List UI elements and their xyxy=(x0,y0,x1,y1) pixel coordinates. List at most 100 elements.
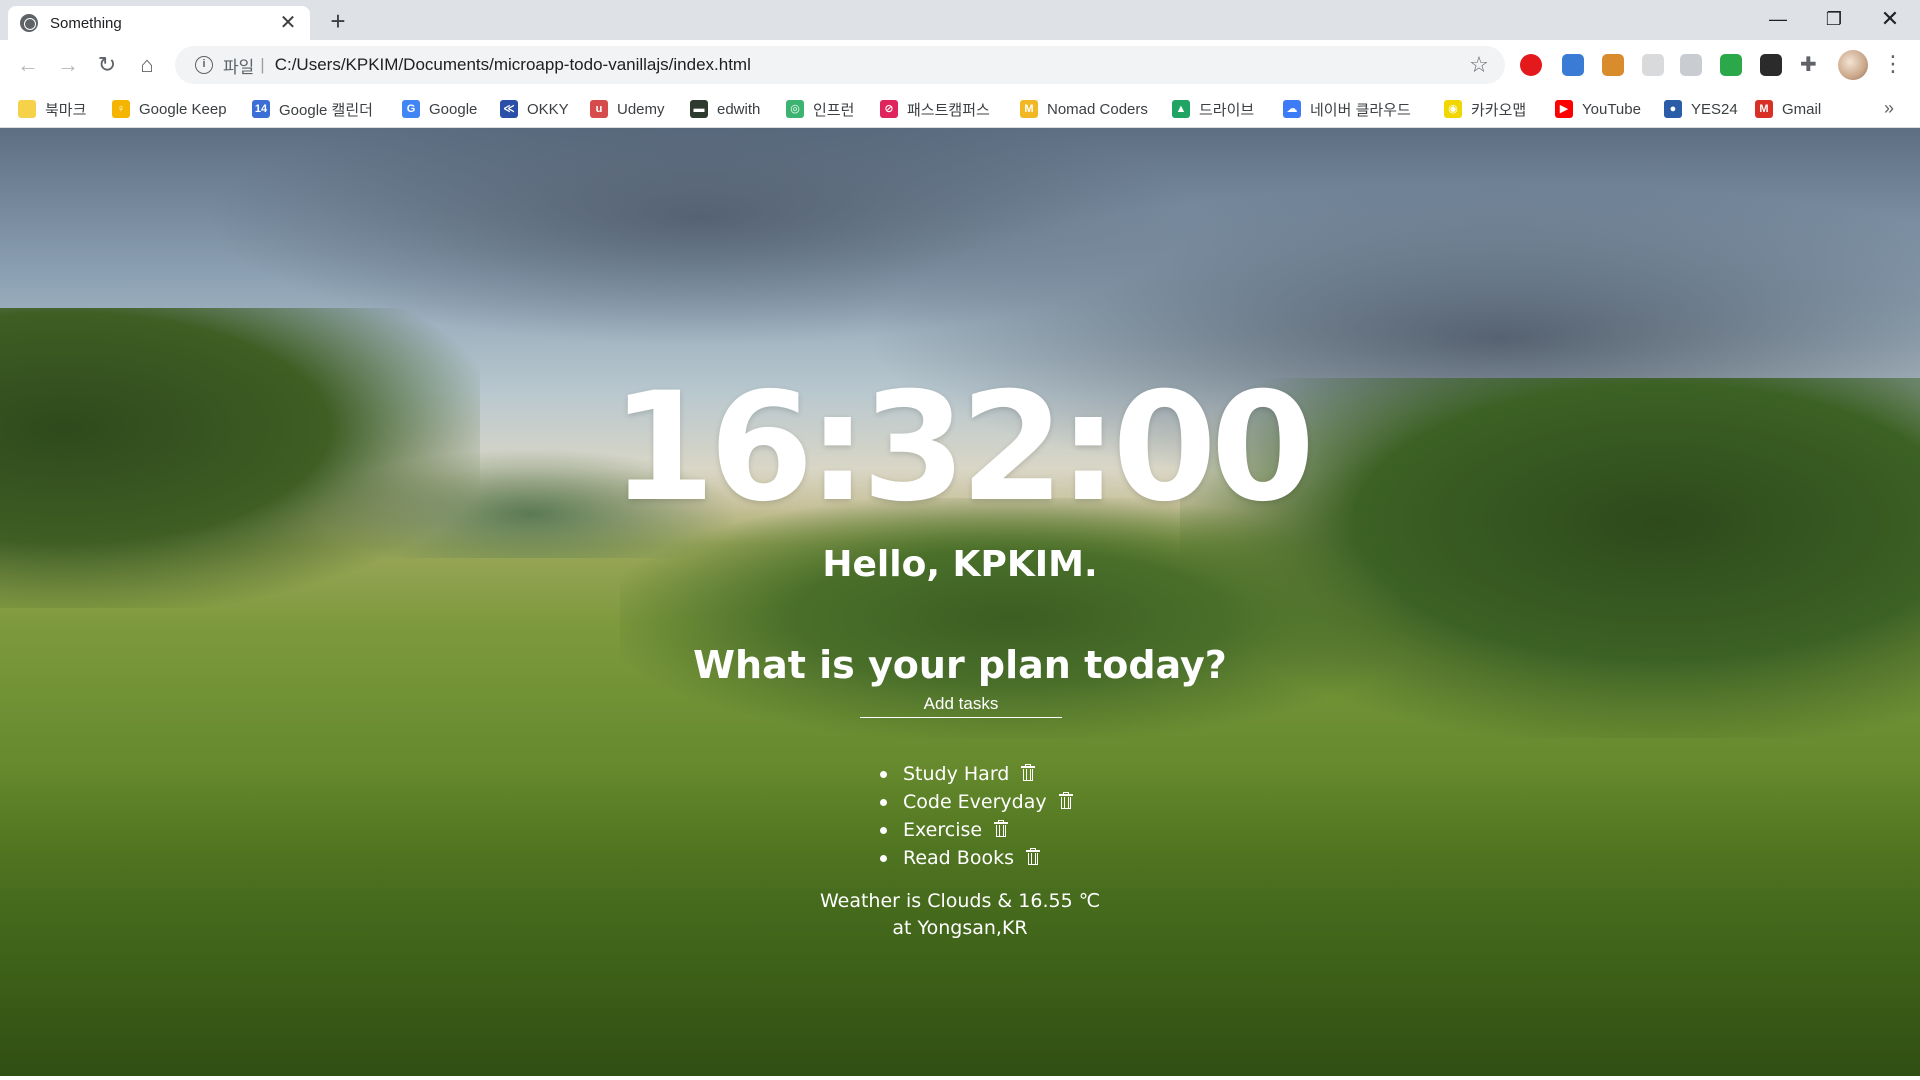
bookmark-label: YouTube xyxy=(1582,100,1641,118)
bookmark-label: 카카오맵 xyxy=(1471,101,1527,119)
bookmark-label: Google 캘린더 xyxy=(279,101,373,119)
folder-icon xyxy=(18,100,36,118)
forward-button[interactable]: → xyxy=(52,49,84,81)
todo-text: Read Books xyxy=(903,847,1014,869)
browser-toolbar: ← → ↻ ⌂ i 파일 | C:/Users/KPKIM/Documents/… xyxy=(0,40,1920,90)
green-extension-icon[interactable] xyxy=(1720,54,1742,76)
back-button[interactable]: ← xyxy=(12,49,44,81)
kakaomap-icon: ◉ xyxy=(1444,100,1462,118)
tab-title: Something xyxy=(50,14,122,32)
bookmark-label: YES24 xyxy=(1691,100,1738,118)
bookmark-item[interactable]: ▲ 드라이브 xyxy=(1172,98,1254,120)
restore-button[interactable]: ❐ xyxy=(1806,0,1862,40)
bookmark-label: Udemy xyxy=(617,100,665,118)
momentum-app: 16:32:00 Hello, KPKIM. What is your plan… xyxy=(0,128,1920,1076)
calendar-icon: 14 xyxy=(252,100,270,118)
todo-text: Code Everyday xyxy=(903,791,1047,813)
bookmark-item[interactable]: ● YES24 xyxy=(1664,98,1738,120)
udemy-icon: u xyxy=(590,100,608,118)
opera-icon[interactable] xyxy=(1520,54,1542,76)
window-close-button[interactable]: ✕ xyxy=(1862,0,1918,40)
bookmark-label: 드라이브 xyxy=(1199,101,1255,119)
bookmark-item[interactable]: M Gmail xyxy=(1755,98,1821,120)
todo-item: Study Hard xyxy=(880,760,1280,788)
bookmark-item[interactable]: 북마크 xyxy=(18,98,86,120)
bookmark-item[interactable]: ▬ edwith xyxy=(690,98,760,120)
browser-menu-icon[interactable]: ⋮ xyxy=(1882,52,1904,76)
bookmarks-more-button[interactable]: » xyxy=(1884,98,1894,119)
fastcampus-icon: ⊘ xyxy=(880,100,898,118)
inflearn-icon: ◎ xyxy=(786,100,804,118)
bookmark-item[interactable]: ◉ 카카오맵 xyxy=(1444,98,1526,120)
address-bar[interactable]: i 파일 | C:/Users/KPKIM/Documents/microapp… xyxy=(175,46,1505,84)
bookmark-item[interactable]: 14 Google 캘린더 xyxy=(252,98,373,120)
todo-text: Study Hard xyxy=(903,763,1010,785)
pen-tool-icon[interactable] xyxy=(1562,54,1584,76)
edwith-icon: ▬ xyxy=(690,100,708,118)
bookmark-item[interactable]: ☁ 네이버 클라우드 xyxy=(1283,98,1411,120)
bookmark-item[interactable]: ≪ OKKY xyxy=(500,98,569,120)
home-button[interactable]: ⌂ xyxy=(131,49,163,81)
drive-icon: ▲ xyxy=(1172,100,1190,118)
bookmark-item[interactable]: ♀ Google Keep xyxy=(112,98,227,120)
scheme-separator: | xyxy=(260,55,265,74)
bookmark-label: Gmail xyxy=(1782,100,1822,118)
todo-item: Exercise xyxy=(880,816,1280,844)
reload-button[interactable]: ↻ xyxy=(91,49,123,81)
weather-info: Weather is Clouds & 16.55 ℃ at Yongsan,K… xyxy=(0,888,1920,942)
bullet-icon xyxy=(880,771,887,778)
delete-task-button[interactable] xyxy=(1026,848,1041,865)
bookmarks-bar: 북마크 ♀ Google Keep 14 Google 캘린더 G Google ≪ OKKY u… xyxy=(0,90,1920,128)
bookmark-item[interactable]: ⊘ 패스트캠퍼스 xyxy=(880,98,990,120)
delete-task-button[interactable] xyxy=(994,820,1009,837)
profile-avatar[interactable] xyxy=(1838,50,1868,80)
todo-list: Study Hard Code Everyday Exercise Read B… xyxy=(880,760,1280,872)
bookmark-label: Nomad Coders xyxy=(1047,100,1148,118)
bookmark-item[interactable]: ▶ YouTube xyxy=(1555,98,1641,120)
tab-close-button[interactable]: ✕ xyxy=(278,13,298,33)
bookmark-label: Google Keep xyxy=(139,100,227,118)
mask-extension-icon[interactable] xyxy=(1760,54,1782,76)
keep-icon: ♀ xyxy=(112,100,130,118)
okky-icon: ≪ xyxy=(500,100,518,118)
youtube-icon: ▶ xyxy=(1555,100,1573,118)
minimize-button[interactable]: — xyxy=(1750,0,1806,40)
yes24-icon: ● xyxy=(1664,100,1682,118)
browser-tab[interactable]: Something ✕ xyxy=(8,6,310,40)
bookmark-item[interactable]: M Nomad Coders xyxy=(1020,98,1148,120)
weather-location: at Yongsan,KR xyxy=(892,917,1028,939)
extensions-puzzle-icon[interactable]: ✚ xyxy=(1800,52,1817,77)
naver-cloud-icon: ☁ xyxy=(1283,100,1301,118)
bookmark-item[interactable]: G Google xyxy=(402,98,477,120)
gmail-icon: M xyxy=(1755,100,1773,118)
bookmark-label: OKKY xyxy=(527,100,569,118)
delete-task-button[interactable] xyxy=(1021,764,1036,781)
tab-strip: Something ✕ + — ❐ ✕ xyxy=(0,0,1920,40)
clock: 16:32:00 xyxy=(610,361,1315,535)
blank-extension-icon[interactable] xyxy=(1642,54,1664,76)
url-text[interactable]: C:/Users/KPKIM/Documents/microapp-todo-v… xyxy=(275,55,1465,75)
new-tab-button[interactable]: + xyxy=(324,8,352,36)
bookmark-label: 네이버 클라우드 xyxy=(1310,101,1411,119)
plan-question: What is your plan today? xyxy=(693,643,1227,687)
todo-text: Exercise xyxy=(903,819,983,841)
todo-item: Code Everyday xyxy=(880,788,1280,816)
bookmark-label: 북마크 xyxy=(45,101,87,119)
scheme-label: 파일 xyxy=(223,57,255,77)
hammer-icon[interactable] xyxy=(1602,54,1624,76)
bookmark-item[interactable]: ◎ 인프런 xyxy=(786,98,854,120)
bullet-icon xyxy=(880,827,887,834)
globe-icon xyxy=(20,14,38,32)
bookmark-star-icon[interactable]: ☆ xyxy=(1465,52,1493,78)
bookmark-item[interactable]: u Udemy xyxy=(590,98,665,120)
clock-extension-icon[interactable] xyxy=(1680,54,1702,76)
todo-item: Read Books xyxy=(880,844,1280,872)
bookmark-label: Google xyxy=(429,100,478,118)
delete-task-button[interactable] xyxy=(1058,792,1073,809)
greeting: Hello, KPKIM. xyxy=(822,544,1098,585)
bullet-icon xyxy=(880,799,887,806)
site-info-icon[interactable]: i xyxy=(195,56,213,74)
add-task-input[interactable] xyxy=(860,690,1062,718)
bullet-icon xyxy=(880,855,887,862)
weather-condition: Weather is Clouds & 16.55 ℃ xyxy=(819,890,1101,912)
